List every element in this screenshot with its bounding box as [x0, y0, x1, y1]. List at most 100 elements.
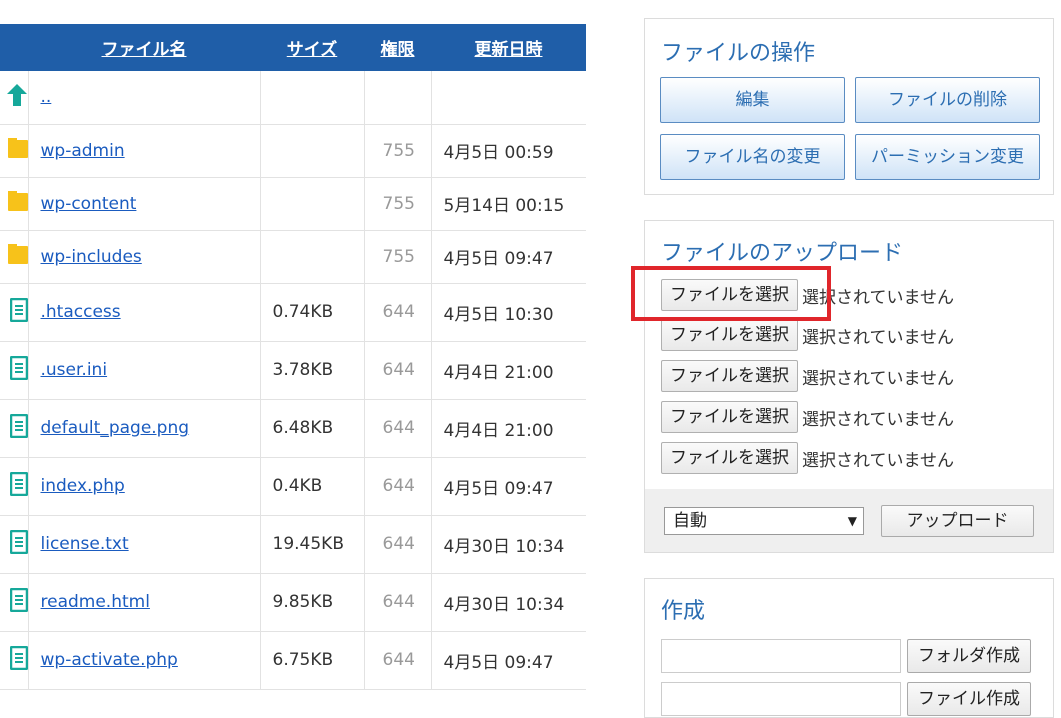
modified-cell: 4月5日 09:47 — [431, 631, 586, 690]
file-link[interactable]: wp-activate.php — [41, 650, 178, 670]
create-folder-button[interactable]: フォルダ作成 — [907, 639, 1031, 673]
row-icon-cell — [0, 631, 29, 690]
filename-cell: .htaccess — [28, 283, 261, 342]
size-cell: 9.85KB — [260, 573, 365, 632]
modified-cell: 4月4日 21:00 — [431, 399, 586, 458]
folder-icon — [7, 243, 27, 270]
filename-cell: readme.html — [28, 573, 261, 632]
modified-cell: 4月30日 10:34 — [431, 515, 586, 574]
row-icon-cell — [0, 341, 29, 400]
filename-cell: index.php — [28, 457, 261, 516]
permission-cell[interactable]: 644 — [364, 631, 432, 690]
permission-cell[interactable]: 644 — [364, 399, 432, 458]
file-input-5: ファイルを選択 選択されていません — [661, 442, 954, 474]
file-table: ファイル名 サイズ 権限 更新日時 .. wp-admin 755 4月5日 00:5… — [0, 24, 586, 690]
filename-cell: wp-content — [28, 177, 261, 231]
filename-cell: .. — [28, 71, 261, 125]
header-size[interactable]: サイズ — [260, 24, 364, 71]
permission-cell[interactable] — [364, 71, 432, 125]
rename-file-button[interactable]: ファイル名の変更 — [660, 134, 845, 180]
row-icon-cell — [0, 573, 29, 632]
permission-cell[interactable]: 644 — [364, 341, 432, 400]
folder-icon — [7, 137, 27, 164]
table-row: wp-content 755 5月14日 00:15 — [0, 177, 586, 231]
row-icon-cell — [0, 230, 29, 284]
no-file-selected-text: 選択されていません — [802, 409, 954, 430]
modified-cell: 4月5日 09:47 — [431, 457, 586, 516]
table-row: .htaccess 0.74KB 644 4月5日 10:30 — [0, 283, 586, 342]
permission-cell[interactable]: 644 — [364, 573, 432, 632]
permission-cell[interactable]: 755 — [364, 230, 432, 284]
row-icon-cell — [0, 177, 29, 231]
upload-panel: ファイルのアップロード ファイルを選択 選択されていません ファイルを選択 選択… — [644, 220, 1054, 553]
modified-cell: 4月30日 10:34 — [431, 573, 586, 632]
upload-button[interactable]: アップロード — [881, 505, 1034, 537]
choose-file-button[interactable]: ファイルを選択 — [661, 401, 798, 433]
file-link[interactable]: wp-admin — [41, 141, 125, 161]
size-cell — [260, 230, 365, 284]
file-link[interactable]: wp-content — [41, 194, 137, 214]
file-icon — [9, 297, 27, 327]
header-filename[interactable]: ファイル名 — [28, 24, 260, 71]
choose-file-button[interactable]: ファイルを選択 — [661, 360, 798, 392]
file-icon — [9, 413, 27, 443]
no-file-selected-text: 選択されていません — [802, 327, 954, 348]
ops-title: ファイルの操作 — [661, 41, 816, 66]
permission-cell[interactable]: 644 — [364, 457, 432, 516]
filename-cell: wp-includes — [28, 230, 261, 284]
table-row: .. — [0, 71, 586, 125]
table-row: default_page.png 6.48KB 644 4月4日 21:00 — [0, 399, 586, 458]
file-link[interactable]: .user.ini — [41, 360, 108, 380]
choose-file-button[interactable]: ファイルを選択 — [661, 442, 798, 474]
file-link[interactable]: .. — [41, 87, 52, 107]
change-permission-button[interactable]: パーミッション変更 — [855, 134, 1040, 180]
file-icon — [9, 529, 27, 559]
filename-cell: .user.ini — [28, 341, 261, 400]
row-icon-cell — [0, 399, 29, 458]
file-name-input[interactable] — [661, 682, 901, 716]
upload-mode-select[interactable]: 自動 ▼ — [664, 507, 864, 535]
row-icon-cell — [0, 515, 29, 574]
create-title: 作成 — [661, 599, 706, 624]
file-link[interactable]: .htaccess — [41, 302, 121, 322]
table-row: index.php 0.4KB 644 4月5日 09:47 — [0, 457, 586, 516]
size-cell: 6.48KB — [260, 399, 365, 458]
file-link[interactable]: index.php — [41, 476, 125, 496]
file-input-2: ファイルを選択 選択されていません — [661, 319, 954, 351]
edit-button[interactable]: 編集 — [660, 77, 845, 123]
choose-file-button[interactable]: ファイルを選択 — [661, 279, 798, 311]
size-cell: 3.78KB — [260, 341, 365, 400]
table-row: .user.ini 3.78KB 644 4月4日 21:00 — [0, 341, 586, 400]
file-link[interactable]: license.txt — [41, 534, 129, 554]
modified-cell: 4月5日 00:59 — [431, 124, 586, 178]
header-modified[interactable]: 更新日時 — [431, 24, 586, 71]
row-icon-cell — [0, 71, 29, 125]
permission-cell[interactable]: 644 — [364, 283, 432, 342]
filename-cell: wp-activate.php — [28, 631, 261, 690]
dropdown-arrow-icon: ▼ — [847, 514, 857, 528]
no-file-selected-text: 選択されていません — [802, 287, 954, 308]
folder-name-input[interactable] — [661, 639, 901, 673]
upload-mode-value: 自動 — [673, 511, 707, 531]
parent-dir-icon — [6, 82, 28, 113]
filename-cell: license.txt — [28, 515, 261, 574]
file-icon — [9, 471, 27, 501]
header-permission[interactable]: 権限 — [364, 24, 431, 71]
modified-cell: 5月14日 00:15 — [431, 177, 586, 231]
size-cell — [260, 124, 365, 178]
permission-cell[interactable]: 755 — [364, 124, 432, 178]
size-cell — [260, 177, 365, 231]
delete-file-button[interactable]: ファイルの削除 — [855, 77, 1040, 123]
table-row: license.txt 19.45KB 644 4月30日 10:34 — [0, 515, 586, 574]
modified-cell: 4月5日 10:30 — [431, 283, 586, 342]
size-cell — [260, 71, 365, 125]
choose-file-button[interactable]: ファイルを選択 — [661, 319, 798, 351]
modified-cell: 4月4日 21:00 — [431, 341, 586, 400]
permission-cell[interactable]: 644 — [364, 515, 432, 574]
file-link[interactable]: readme.html — [41, 592, 150, 612]
file-link[interactable]: default_page.png — [41, 418, 190, 438]
file-link[interactable]: wp-includes — [41, 247, 142, 267]
create-file-button[interactable]: ファイル作成 — [907, 682, 1031, 716]
permission-cell[interactable]: 755 — [364, 177, 432, 231]
size-cell: 6.75KB — [260, 631, 365, 690]
